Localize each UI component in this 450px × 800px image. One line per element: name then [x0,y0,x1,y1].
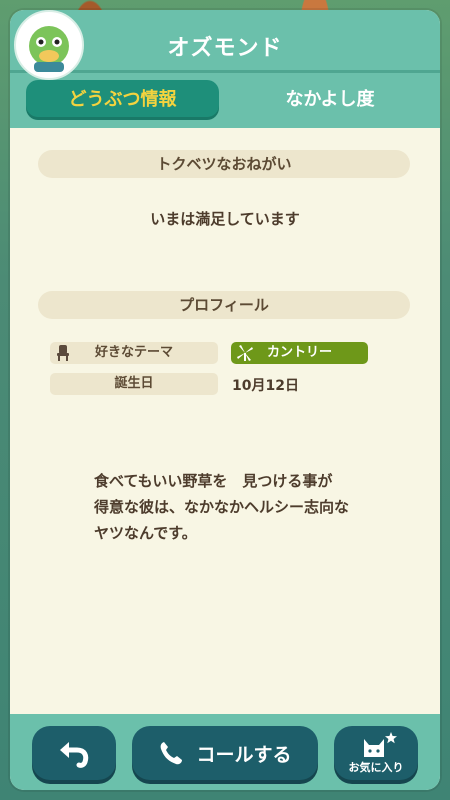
villager-portrait-icon [28,22,70,72]
special-request-heading: トクベツなおねがい [38,150,410,178]
panel-header: オズモンド どうぶつ情報 なかよし度 [10,10,440,128]
back-button[interactable] [32,726,116,780]
theme-label-text: 好きなテーマ [94,345,173,360]
villager-info-panel: オズモンド どうぶつ情報 なかよし度 トクベツなおねがい いまは満足しています … [10,10,440,790]
villager-description: 食べてもいい野草を 見つける事が 得意な彼は、なかなかヘルシー志向な ヤツなんで… [94,472,350,542]
favorite-button[interactable]: お気に入り [334,726,418,780]
theme-value: カントリー [266,345,332,360]
theme-label: 好きなテーマ [50,342,218,364]
action-bar: コールする お気に入り [10,714,440,790]
villager-avatar [14,10,84,80]
theme-badge: カントリー [231,342,368,364]
favorite-button-label: お気に入り [348,761,404,774]
birthday-value: 10月12日 [232,378,299,394]
birthday-label: 誕生日 [50,373,218,395]
tab-villager-info[interactable]: どうぶつ情報 [26,80,219,120]
call-button-label: コールする [196,743,292,766]
tab-friendship[interactable]: なかよし度 [240,80,420,120]
back-arrow-icon [60,742,89,768]
cat-star-icon [364,732,397,757]
windmill-icon [236,344,254,370]
call-button[interactable]: コールする [132,726,318,780]
profile-heading: プロフィール [38,291,410,319]
chair-icon [56,344,70,370]
header-divider [10,70,440,73]
phone-icon [161,742,183,765]
special-request-text: いまは満足しています [150,210,300,228]
